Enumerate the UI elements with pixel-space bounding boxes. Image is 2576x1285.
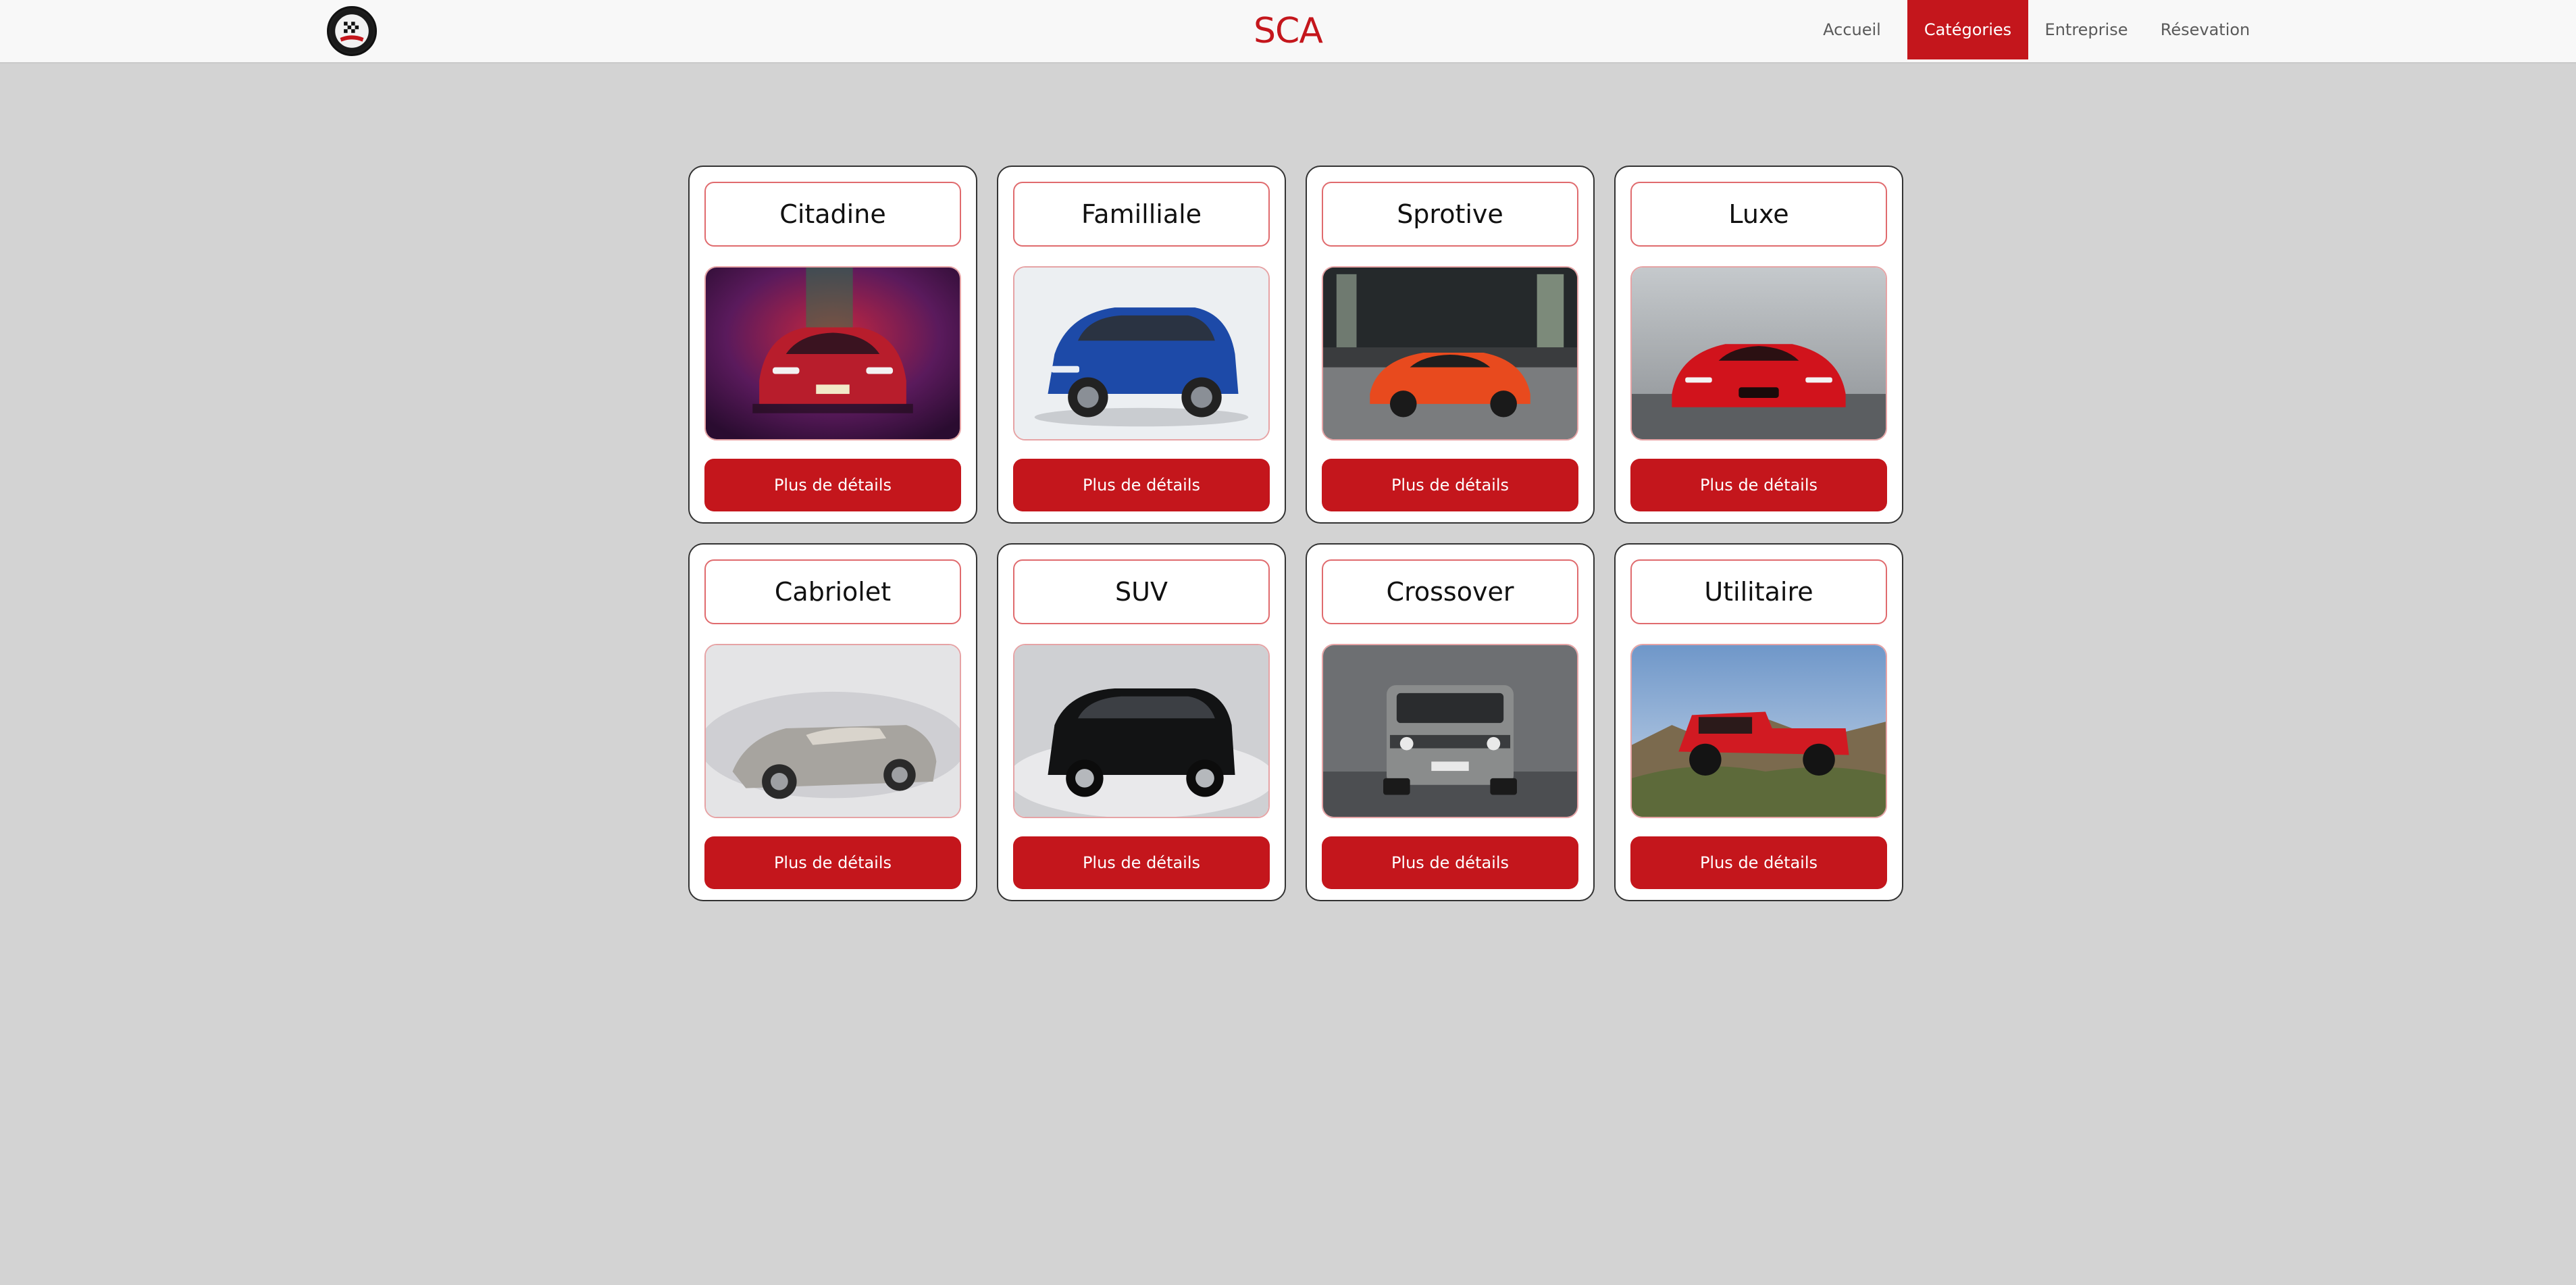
category-card-citadine: Citadine Plus de détails (688, 166, 977, 524)
category-title: Familliale (1013, 182, 1270, 247)
convertible-car-image (704, 644, 961, 818)
brand-text[interactable]: SCA (1254, 11, 1323, 51)
category-card-cabriolet: Cabriolet Plus de détails (688, 543, 977, 901)
utility-truck-image (1630, 644, 1887, 818)
details-button[interactable]: Plus de détails (1630, 836, 1887, 889)
family-suv-image (1013, 266, 1270, 440)
category-title: Citadine (704, 182, 961, 247)
top-navbar: SCA Accueil Catégories Entreprise Réseva… (0, 0, 2576, 64)
category-title: Crossover (1322, 559, 1578, 624)
luxury-car-image (1630, 266, 1887, 440)
nav-reservation[interactable]: Résevation (2144, 0, 2266, 59)
details-button[interactable]: Plus de détails (1322, 836, 1578, 889)
category-title: SUV (1013, 559, 1270, 624)
category-card-familliale: Familliale Plus de détails (997, 166, 1286, 524)
category-card-luxe: Luxe Plus de détails (1614, 166, 1903, 524)
category-title: Sprotive (1322, 182, 1578, 247)
details-button[interactable]: Plus de détails (1013, 459, 1270, 511)
hatchback-car-image (704, 266, 961, 440)
category-title: Luxe (1630, 182, 1887, 247)
category-title: Utilitaire (1630, 559, 1887, 624)
sports-car-image (1322, 266, 1578, 440)
details-button[interactable]: Plus de détails (704, 836, 961, 889)
category-card-suv: SUV Plus de détails (997, 543, 1286, 901)
category-card-crossover: Crossover Plus de détails (1306, 543, 1595, 901)
details-button[interactable]: Plus de détails (1630, 459, 1887, 511)
crossover-car-image (1322, 644, 1578, 818)
details-button[interactable]: Plus de détails (1013, 836, 1270, 889)
nav-categories[interactable]: Catégories (1907, 0, 2028, 59)
category-card-utilitaire: Utilitaire Plus de détails (1614, 543, 1903, 901)
category-title: Cabriolet (704, 559, 961, 624)
category-card-sprotive: Sprotive Plus de détails (1306, 166, 1595, 524)
logo-icon[interactable] (327, 6, 377, 56)
details-button[interactable]: Plus de détails (1322, 459, 1578, 511)
nav-accueil[interactable]: Accueil (1797, 0, 1907, 59)
nav-entreprise[interactable]: Entreprise (2028, 0, 2144, 59)
suv-car-image (1013, 644, 1270, 818)
details-button[interactable]: Plus de détails (704, 459, 961, 511)
